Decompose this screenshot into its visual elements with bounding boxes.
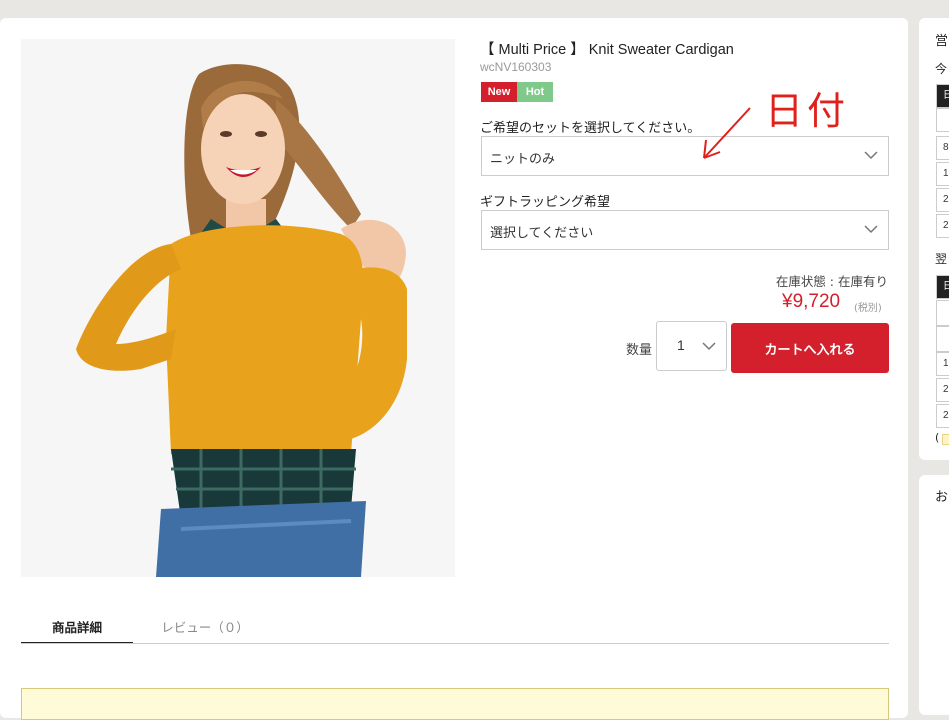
calendar-cell: 8: [936, 136, 949, 160]
calendar-cell: [936, 108, 949, 132]
sidebar-title: 営: [935, 34, 949, 49]
add-to-cart-button[interactable]: カートへ入れる: [731, 323, 889, 373]
quantity-label: 数量: [626, 343, 653, 358]
sidebar-note: (: [935, 431, 940, 444]
quantity-value: 1: [677, 337, 685, 353]
product-image: [21, 39, 455, 577]
quantity-select[interactable]: 1: [656, 321, 727, 371]
chevron-down-icon: [864, 151, 878, 160]
gift-wrapping-value: 選択してください: [490, 226, 594, 241]
calendar-cell: 1: [936, 352, 949, 376]
annotation-text: 日付: [765, 89, 850, 133]
tax-note: (税別): [854, 303, 882, 314]
gift-wrapping-label: ギフトラッピング希望: [480, 195, 611, 210]
calendar-cell: 2: [936, 188, 949, 212]
legend-swatch: [942, 434, 949, 445]
new-badge: New: [481, 82, 517, 102]
product-price: ¥9,720: [782, 291, 841, 312]
calendar-cell: 2: [936, 214, 949, 238]
calendar-cell: 2: [936, 404, 949, 428]
calendar-cell: [936, 326, 949, 352]
calendar-cell: 1: [936, 162, 949, 186]
notice-box: [21, 688, 889, 720]
product-sku: wcNV160303: [480, 60, 552, 74]
tab-divider: [21, 643, 889, 644]
calendar-cell: 日: [936, 275, 949, 299]
chevron-down-icon: [864, 225, 878, 234]
sidebar-card-2: [919, 475, 949, 715]
product-title: 【 Multi Price 】 Knit Sweater Cardigan: [480, 42, 734, 58]
set-option-value: ニットのみ: [490, 152, 556, 167]
chevron-down-icon: [702, 342, 716, 351]
model-illustration: [21, 39, 455, 577]
set-option-select[interactable]: ニットのみ: [481, 136, 889, 176]
tab-reviews[interactable]: レビュー（０）: [150, 617, 260, 642]
calendar-cell: 日: [936, 84, 949, 108]
hot-badge: Hot: [517, 82, 553, 102]
calendar-cell: 2: [936, 378, 949, 402]
sidebar-today-label: 今: [935, 62, 948, 76]
sidebar-tomorrow-label: 翌: [935, 252, 948, 266]
sidebar-card-2-title: お: [935, 490, 949, 505]
set-option-label: ご希望のセットを選択してください。: [480, 121, 701, 136]
stock-status: 在庫状態 : 在庫有り: [775, 274, 888, 289]
gift-wrapping-select[interactable]: 選択してください: [481, 210, 889, 250]
calendar-cell: [936, 300, 949, 326]
tab-product-detail[interactable]: 商品詳細: [21, 617, 133, 644]
